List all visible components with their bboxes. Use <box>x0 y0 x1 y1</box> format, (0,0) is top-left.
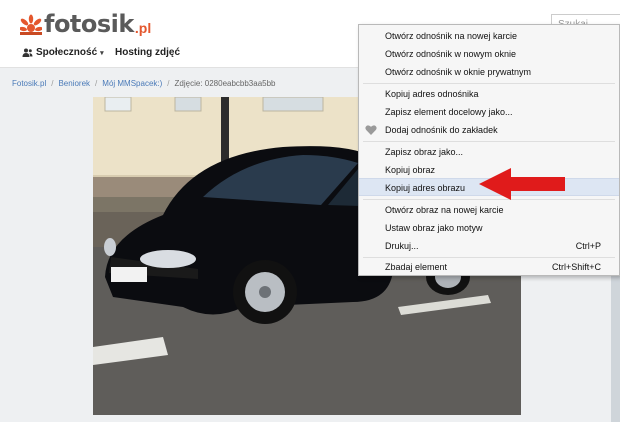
menu-item-bookmark-link[interactable]: Dodaj odnośnik do zakładek <box>359 121 619 139</box>
logo-tld: .pl <box>134 20 152 36</box>
menu-item-shortcut: Ctrl+Shift+C <box>551 262 601 272</box>
menu-item-print[interactable]: Drukuj... Ctrl+P <box>359 237 619 255</box>
site-logo[interactable]: fotosik .pl <box>20 10 151 38</box>
logo-text: fotosik <box>44 10 134 38</box>
menu-item-label: Zbadaj element <box>385 262 448 272</box>
menu-item-set-image-as-theme[interactable]: Ustaw obraz jako motyw <box>359 219 619 237</box>
menu-item-shortcut: Ctrl+P <box>575 241 601 251</box>
breadcrumb-separator: / <box>51 79 54 88</box>
menu-item-copy-link-address[interactable]: Kopiuj adres odnośnika <box>359 85 619 103</box>
breadcrumb-link-home[interactable]: Fotosik.pl <box>12 79 46 88</box>
menu-item-open-link-new-tab[interactable]: Otwórz odnośnik na nowej karcie <box>359 27 619 45</box>
menu-item-open-link-new-window[interactable]: Otwórz odnośnik w nowym oknie <box>359 45 619 63</box>
menu-item-label: Drukuj... <box>385 241 419 251</box>
nav-hosting-label: Hosting zdjęć <box>115 47 181 58</box>
context-menu: Otwórz odnośnik na nowej karcie Otwórz o… <box>358 24 620 276</box>
red-arrow-annotation-icon <box>479 168 565 200</box>
nav-community-dropdown[interactable]: Społeczność ▾ <box>22 47 104 58</box>
menu-item-inspect-element[interactable]: Zbadaj element Ctrl+Shift+C <box>359 258 619 276</box>
flower-logo-icon <box>20 14 42 35</box>
menu-item-save-image-as[interactable]: Zapisz obraz jako... <box>359 143 619 161</box>
menu-item-open-link-private-window[interactable]: Otwórz odnośnik w oknie prywatnym <box>359 63 619 81</box>
nav-community-label: Społeczność <box>36 47 98 58</box>
breadcrumb-link-album[interactable]: Mój MMSpacek:) <box>102 79 162 88</box>
breadcrumb-separator: / <box>95 79 98 88</box>
nav-hosting-link[interactable]: Hosting zdjęć <box>115 47 180 58</box>
menu-separator <box>363 83 615 84</box>
users-icon <box>22 48 33 57</box>
breadcrumb-separator: / <box>167 79 170 88</box>
caret-down-icon: ▾ <box>100 49 104 57</box>
breadcrumb-current: Zdjęcie: 0280eabcbb3aa5bb <box>174 79 276 88</box>
breadcrumb-link-user[interactable]: Beniorek <box>58 79 90 88</box>
menu-item-label: Dodaj odnośnik do zakładek <box>385 125 498 135</box>
menu-separator <box>363 141 615 142</box>
breadcrumb: Fotosik.pl / Beniorek / Mój MMSpacek:) /… <box>12 79 276 88</box>
heart-icon <box>365 125 377 135</box>
side-thumbnail-strip[interactable] <box>611 270 620 422</box>
menu-item-open-image-new-tab[interactable]: Otwórz obraz na nowej karcie <box>359 201 619 219</box>
menu-item-save-target-as[interactable]: Zapisz element docelowy jako... <box>359 103 619 121</box>
